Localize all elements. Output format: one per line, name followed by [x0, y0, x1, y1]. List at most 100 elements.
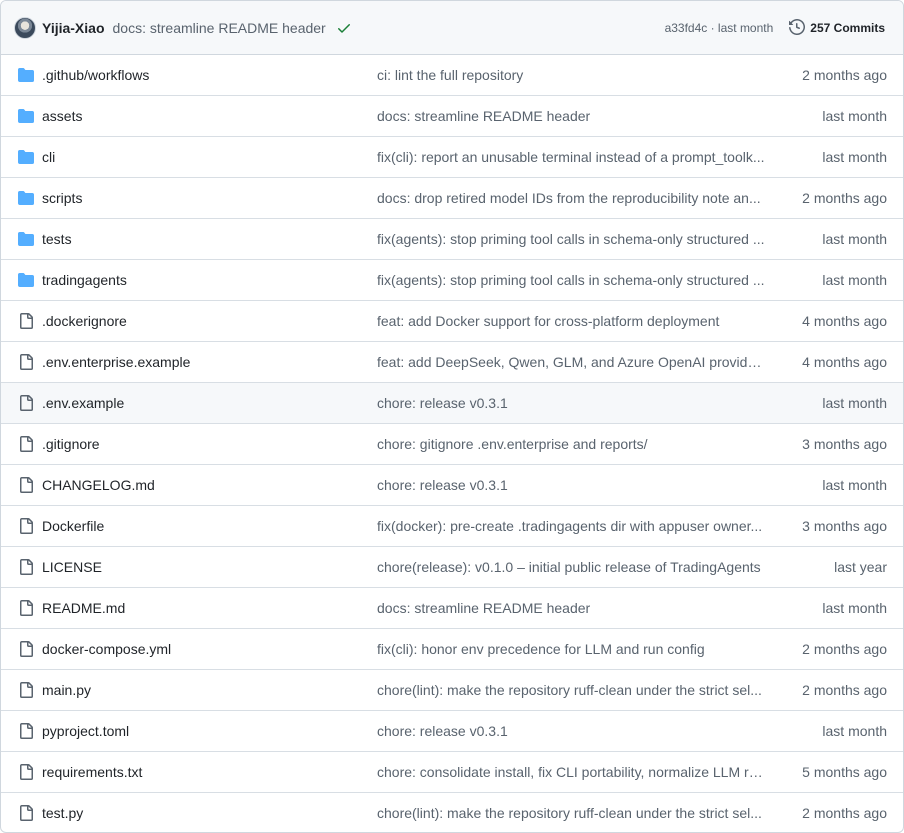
table-row[interactable]: .gitignore chore: gitignore .env.enterpri…: [1, 424, 903, 465]
table-row[interactable]: test.py chore(lint): make the repository …: [1, 793, 903, 832]
commit-age: 2 months ago: [802, 67, 887, 83]
commit-author-link[interactable]: Yijia-Xiao: [42, 20, 105, 36]
file-icon: [18, 354, 34, 370]
commit-message-link[interactable]: chore(lint): make the repository ruff-cl…: [377, 805, 767, 821]
commit-message-link[interactable]: chore: release v0.3.1: [377, 477, 767, 493]
file-icon: [18, 723, 34, 739]
file-name-link[interactable]: .env.example: [42, 395, 124, 411]
commit-message-link[interactable]: fix(cli): report an unusable terminal in…: [377, 149, 767, 165]
table-row[interactable]: LICENSE chore(release): v0.1.0 – initial …: [1, 547, 903, 588]
commit-message-link[interactable]: chore(release): v0.1.0 – initial public …: [377, 559, 767, 575]
folder-name-link[interactable]: scripts: [42, 190, 82, 206]
commit-message-link[interactable]: chore(lint): make the repository ruff-cl…: [377, 682, 767, 698]
table-row[interactable]: README.md docs: streamline README header l…: [1, 588, 903, 629]
file-name-link[interactable]: CHANGELOG.md: [42, 477, 155, 493]
check-icon[interactable]: [336, 20, 352, 36]
file-name-link[interactable]: README.md: [42, 600, 125, 616]
file-icon: [18, 518, 34, 534]
commit-age: 2 months ago: [802, 805, 887, 821]
table-row[interactable]: tradingagents fix(agents): stop priming t…: [1, 260, 903, 301]
folder-icon: [18, 149, 34, 165]
commit-message-link[interactable]: chore: gitignore .env.enterprise and rep…: [377, 436, 767, 452]
file-icon: [18, 600, 34, 616]
commit-message-link[interactable]: chore: release v0.3.1: [377, 723, 767, 739]
folder-name-link[interactable]: assets: [42, 108, 82, 124]
table-row[interactable]: pyproject.toml chore: release v0.3.1 last …: [1, 711, 903, 752]
commit-age: 4 months ago: [802, 354, 887, 370]
commit-message-link[interactable]: docs: streamline README header: [377, 108, 767, 124]
file-name-link[interactable]: pyproject.toml: [42, 723, 129, 739]
folder-name-link[interactable]: tests: [42, 231, 72, 247]
commits-count-label: 257 Commits: [810, 21, 885, 35]
table-row[interactable]: scripts docs: drop retired model IDs from…: [1, 178, 903, 219]
table-row[interactable]: docker-compose.yml fix(cli): honor env pr…: [1, 629, 903, 670]
table-row[interactable]: Dockerfile fix(docker): pre-create .tradi…: [1, 506, 903, 547]
file-name-link[interactable]: .env.enterprise.example: [42, 354, 190, 370]
table-row[interactable]: requirements.txt chore: consolidate insta…: [1, 752, 903, 793]
commit-message-link[interactable]: ci: lint the full repository: [377, 67, 767, 83]
table-row[interactable]: assets docs: streamline README header last…: [1, 96, 903, 137]
commit-age: 2 months ago: [802, 682, 887, 698]
table-row[interactable]: CHANGELOG.md chore: release v0.3.1 last mo…: [1, 465, 903, 506]
file-icon: [18, 559, 34, 575]
table-row[interactable]: main.py chore(lint): make the repository …: [1, 670, 903, 711]
history-icon: [789, 18, 806, 38]
folder-icon: [18, 231, 34, 247]
folder-icon: [18, 67, 34, 83]
file-name-link[interactable]: Dockerfile: [42, 518, 104, 534]
commit-message-link[interactable]: chore: release v0.3.1: [377, 395, 767, 411]
folder-name-link[interactable]: cli: [42, 149, 55, 165]
commit-age: last year: [834, 559, 887, 575]
commits-history-link[interactable]: 257 Commits: [789, 18, 885, 38]
commit-message-link[interactable]: feat: add DeepSeek, Qwen, GLM, and Azure…: [377, 354, 767, 370]
commit-age: last month: [822, 395, 887, 411]
file-list: .github/workflows ci: lint the full repos…: [1, 55, 903, 832]
commit-message-link[interactable]: fix(docker): pre-create .tradingagents d…: [377, 518, 767, 534]
file-icon: [18, 764, 34, 780]
folder-icon: [18, 108, 34, 124]
file-name-link[interactable]: .gitignore: [42, 436, 100, 452]
commit-age: 5 months ago: [802, 764, 887, 780]
commit-age: last month: [822, 477, 887, 493]
avatar[interactable]: [14, 16, 36, 39]
table-row[interactable]: .github/workflows ci: lint the full repos…: [1, 55, 903, 96]
file-name-link[interactable]: LICENSE: [42, 559, 102, 575]
table-row[interactable]: .env.example chore: release v0.3.1 last mo…: [1, 383, 903, 424]
commit-age: 2 months ago: [802, 641, 887, 657]
table-row[interactable]: tests fix(agents): stop priming tool call…: [1, 219, 903, 260]
commit-message-link[interactable]: docs: drop retired model IDs from the re…: [377, 190, 767, 206]
folder-name-link[interactable]: .github/workflows: [42, 67, 149, 83]
commit-age: last month: [822, 600, 887, 616]
commit-age: last month: [822, 723, 887, 739]
commit-age: last month: [822, 108, 887, 124]
commit-age: last month: [822, 149, 887, 165]
commit-age: last month: [822, 231, 887, 247]
commit-message-link[interactable]: docs: streamline README header: [377, 600, 767, 616]
file-name-link[interactable]: requirements.txt: [42, 764, 142, 780]
file-name-link[interactable]: test.py: [42, 805, 83, 821]
commit-message-link[interactable]: feat: add Docker support for cross-platf…: [377, 313, 767, 329]
commit-age: 3 months ago: [802, 518, 887, 534]
file-icon: [18, 805, 34, 821]
commit-message-link[interactable]: fix(agents): stop priming tool calls in …: [377, 231, 767, 247]
file-icon: [18, 395, 34, 411]
commit-age: last month: [822, 272, 887, 288]
commit-message-link[interactable]: fix(agents): stop priming tool calls in …: [377, 272, 767, 288]
table-row[interactable]: .env.enterprise.example feat: add DeepSee…: [1, 342, 903, 383]
file-icon: [18, 436, 34, 452]
table-row[interactable]: cli fix(cli): report an unusable terminal…: [1, 137, 903, 178]
file-name-link[interactable]: main.py: [42, 682, 91, 698]
latest-commit-message-link[interactable]: docs: streamline README header: [113, 20, 326, 36]
file-name-link[interactable]: .dockerignore: [42, 313, 127, 329]
file-browser: Yijia-Xiao docs: streamline README heade…: [0, 0, 904, 833]
commit-sha-and-date[interactable]: a33fd4c · last month: [665, 21, 774, 35]
commit-message-link[interactable]: fix(cli): honor env precedence for LLM a…: [377, 641, 767, 657]
file-icon: [18, 682, 34, 698]
file-icon: [18, 313, 34, 329]
folder-icon: [18, 272, 34, 288]
file-name-link[interactable]: docker-compose.yml: [42, 641, 171, 657]
table-row[interactable]: .dockerignore feat: add Docker support fo…: [1, 301, 903, 342]
folder-name-link[interactable]: tradingagents: [42, 272, 127, 288]
folder-icon: [18, 190, 34, 206]
commit-message-link[interactable]: chore: consolidate install, fix CLI port…: [377, 764, 767, 780]
